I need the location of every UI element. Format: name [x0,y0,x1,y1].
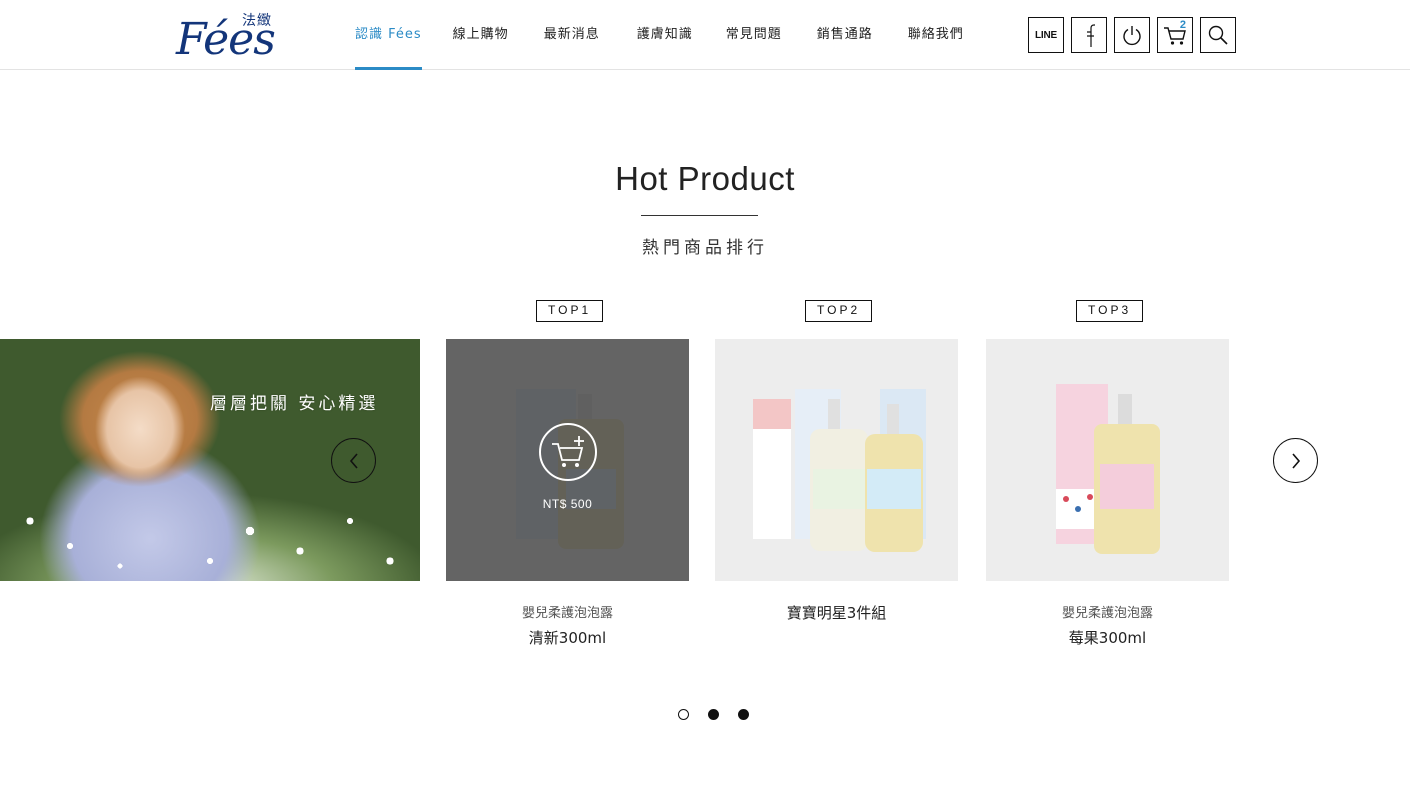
nav-item-shop[interactable]: 線上購物 [453,0,509,70]
nav-item-contact[interactable]: 聯絡我們 [908,0,964,70]
search-icon [1208,25,1228,45]
product-price: NT$ 500 [542,497,593,511]
rank-badge: TOP3 [1076,300,1144,322]
brand-logo[interactable]: Fées 法緻 [176,10,288,65]
header-icons: LINE 2 [1028,17,1236,53]
facebook-icon [1087,24,1095,47]
product-image[interactable] [715,339,958,581]
line-icon: LINE [1035,29,1057,41]
nav-item-faq[interactable]: 常見問題 [726,0,782,70]
search-button[interactable] [1200,17,1236,53]
product-image[interactable] [986,339,1229,581]
section-subtitle: 熱門商品排行 [642,238,768,258]
nav-item-stores[interactable]: 銷售通路 [817,0,873,70]
banner-text: 層層把關 安心精選 [210,394,379,414]
login-button[interactable] [1114,17,1150,53]
title-divider [641,215,758,216]
power-icon [1123,26,1141,46]
site-header: Fées 法緻 認識 Fées 線上購物 最新消息 護膚知識 常見問題 銷售通路… [0,0,1410,70]
pagination-dot-1[interactable] [678,709,689,720]
rank-badge: TOP2 [805,300,873,322]
brand-logo-cjk: 法緻 [242,13,272,29]
product-image[interactable]: NT$ 500 [446,339,689,581]
pagination-dot-2[interactable] [708,709,719,720]
add-cart-icon [552,436,584,467]
carousel-pagination [678,709,749,720]
main-nav: 認識 Fées 線上購物 最新消息 護膚知識 常見問題 銷售通路 聯絡我們 [355,0,964,70]
cart-count-badge: 2 [1179,19,1186,31]
cart-button[interactable]: 2 [1157,17,1193,53]
nav-item-about[interactable]: 認識 Fées [355,0,422,70]
banner-flowers [0,491,420,581]
chevron-right-icon [1291,452,1300,469]
product-variant[interactable]: 莓果300ml [986,627,1229,648]
facebook-button[interactable] [1071,17,1107,53]
chevron-left-icon [349,452,358,469]
product-name[interactable]: 嬰兒柔護泡泡露 [446,602,689,621]
nav-item-news[interactable]: 最新消息 [544,0,600,70]
product-bottle-image [1056,384,1160,554]
product-hover-overlay: NT$ 500 [446,339,689,581]
carousel-next-button[interactable] [1273,438,1318,483]
product-name[interactable]: 嬰兒柔護泡泡露 [986,602,1229,621]
product-name[interactable]: 寶寶明星3件組 [715,602,958,623]
add-to-cart-button[interactable] [539,423,597,481]
product-variant[interactable]: 清新300ml [446,627,689,648]
carousel-prev-button[interactable] [331,438,376,483]
nav-item-skincare[interactable]: 護膚知識 [637,0,693,70]
rank-badge: TOP1 [536,300,604,322]
product-set-image [753,389,926,552]
pagination-dot-3[interactable] [738,709,749,720]
section-title: Hot Product [615,160,795,197]
line-button[interactable]: LINE [1028,17,1064,53]
